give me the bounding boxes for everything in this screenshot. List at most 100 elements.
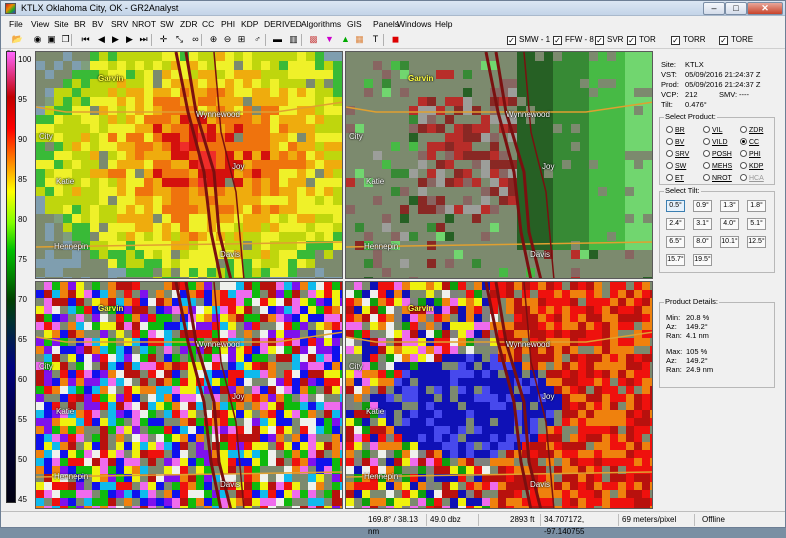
tilt-button[interactable]: 8.0° <box>693 236 712 248</box>
product-radio-kdp[interactable]: KDP <box>740 162 763 170</box>
menu-bv[interactable]: BV <box>92 19 103 29</box>
radio-dot[interactable] <box>666 126 673 133</box>
tilt-button[interactable]: 1.3° <box>720 200 739 212</box>
panel-bottom-right[interactable]: Garvin Wynnewood City Katie Joy Hennepin Davis <box>345 281 653 509</box>
product-radio-vil[interactable]: VIL <box>703 126 723 134</box>
skip-forward-icon[interactable]: ⏭ <box>137 33 150 46</box>
tilt-button[interactable]: 3.1° <box>693 218 712 230</box>
tilt-button[interactable]: 0.5° <box>666 200 685 212</box>
panel-bottom-left[interactable]: Garvin Wynnewood City Katie Joy Hennepin Davis <box>35 281 343 509</box>
triangle-down-icon[interactable]: ▼ <box>323 33 336 46</box>
panel-top-right[interactable]: Garvin Wynnewood City Katie Joy Hennepin Davis <box>345 51 653 279</box>
product-radio-br[interactable]: BR <box>666 126 685 134</box>
radio-dot[interactable] <box>703 150 710 157</box>
zoom-out-icon[interactable]: ⊖ <box>221 33 234 46</box>
triangle-up-icon[interactable]: ▲ <box>339 33 352 46</box>
menu-sw[interactable]: SW <box>160 19 174 29</box>
menu-algorithms[interactable]: Algorithms <box>301 19 341 29</box>
warning-toggle-torr[interactable]: ✓ TORR <box>671 35 706 45</box>
product-radio-et[interactable]: ET <box>666 174 684 182</box>
tilt-button[interactable]: 1.8° <box>747 200 766 212</box>
warning-toggle-smw-1[interactable]: ✓ SMW - 1 <box>507 35 550 45</box>
skip-back-icon[interactable]: ⏮ <box>79 33 92 46</box>
menu-br[interactable]: BR <box>74 19 86 29</box>
save-icon[interactable]: ▣ <box>45 33 58 46</box>
menu-windows[interactable]: Windows <box>397 19 431 29</box>
layout-1-icon[interactable]: ▬ <box>271 33 284 46</box>
radio-dot[interactable] <box>740 126 747 133</box>
menu-gis[interactable]: GIS <box>347 19 362 29</box>
warning-toggle-ffw-8[interactable]: ✓ FFW - 8 <box>553 35 594 45</box>
radio-dot[interactable] <box>666 150 673 157</box>
globe-icon[interactable]: ◉ <box>31 33 44 46</box>
menu-view[interactable]: View <box>31 19 49 29</box>
product-radio-zdr[interactable]: ZDR <box>740 126 763 134</box>
radio-dot[interactable] <box>740 150 747 157</box>
radio-dot[interactable] <box>703 138 710 145</box>
product-radio-sw[interactable]: SW <box>666 162 686 170</box>
warning-checkbox[interactable]: ✓ <box>671 36 680 45</box>
zoom-region-icon[interactable]: ⊞ <box>235 33 248 46</box>
tilt-button[interactable]: 4.0° <box>720 218 739 230</box>
measure-icon[interactable]: ⤡ <box>173 33 186 46</box>
menu-nrot[interactable]: NROT <box>132 19 156 29</box>
warning-toggle-svr[interactable]: ✓ SVR <box>595 35 623 45</box>
play-icon[interactable]: ▶ <box>109 33 122 46</box>
tilt-button[interactable]: 6.5° <box>666 236 685 248</box>
close-button[interactable]: ✕ <box>747 2 783 15</box>
warning-toggle-tore[interactable]: ✓ TORE <box>719 35 753 45</box>
tilt-button[interactable]: 5.1° <box>747 218 766 230</box>
radio-dot[interactable] <box>703 126 710 133</box>
tilt-button[interactable]: 15.7° <box>666 254 685 266</box>
tilt-button[interactable]: 12.5° <box>747 236 766 248</box>
palette-icon[interactable]: ▦ <box>353 33 366 46</box>
radio-dot[interactable] <box>666 174 673 181</box>
panel-top-left[interactable]: Garvin Wynnewood City Katie Joy Hennepin Davis <box>35 51 343 279</box>
minimize-button[interactable]: – <box>703 2 725 15</box>
warning-toggle-tor[interactable]: ✓ TOR <box>627 35 656 45</box>
probe-icon[interactable]: ♂ <box>251 33 264 46</box>
color-table-icon[interactable]: ▩ <box>307 33 320 46</box>
radio-dot[interactable] <box>703 162 710 169</box>
product-radio-phi[interactable]: PHI <box>740 150 761 158</box>
product-radio-srv[interactable]: SRV <box>666 150 689 158</box>
stop-icon[interactable]: ◼ <box>389 33 402 46</box>
menu-zdr[interactable]: ZDR <box>180 19 197 29</box>
menu-kdp[interactable]: KDP <box>241 19 258 29</box>
menu-phi[interactable]: PHI <box>221 19 235 29</box>
product-radio-bv[interactable]: BV <box>666 138 684 146</box>
tilt-button[interactable]: 0.9° <box>693 200 712 212</box>
radio-dot[interactable] <box>666 138 673 145</box>
text-icon[interactable]: T <box>369 33 382 46</box>
product-radio-vild[interactable]: VILD <box>703 138 728 146</box>
warning-checkbox[interactable]: ✓ <box>553 36 562 45</box>
menu-site[interactable]: Site <box>54 19 69 29</box>
zoom-in-icon[interactable]: ⊕ <box>207 33 220 46</box>
menu-derived[interactable]: DERIVED <box>264 19 302 29</box>
radio-dot[interactable] <box>703 174 710 181</box>
warning-checkbox[interactable]: ✓ <box>507 36 516 45</box>
radio-dot[interactable] <box>666 162 673 169</box>
tilt-button[interactable]: 19.5° <box>693 254 712 266</box>
product-radio-nrot[interactable]: NROT <box>703 174 732 182</box>
step-back-icon[interactable]: ◀ <box>95 33 108 46</box>
menu-file[interactable]: File <box>9 19 23 29</box>
tilt-button[interactable]: 2.4° <box>666 218 685 230</box>
menu-srv[interactable]: SRV <box>111 19 128 29</box>
tilt-button[interactable]: 10.1° <box>720 236 739 248</box>
warning-checkbox[interactable]: ✓ <box>595 36 604 45</box>
radio-dot[interactable] <box>740 162 747 169</box>
product-radio-cc[interactable]: CC <box>740 138 759 146</box>
step-forward-icon[interactable]: ▶ <box>123 33 136 46</box>
product-radio-posh[interactable]: POSH <box>703 150 732 158</box>
menu-panels[interactable]: Panels <box>373 19 399 29</box>
open-icon[interactable]: 📂 <box>11 33 24 46</box>
menu-help[interactable]: Help <box>435 19 452 29</box>
product-radio-mehs[interactable]: MEHS <box>703 162 732 170</box>
maximize-button[interactable]: □ <box>725 2 747 15</box>
menu-cc[interactable]: CC <box>202 19 214 29</box>
radio-dot[interactable] <box>740 138 747 145</box>
crosshair-icon[interactable]: ✛ <box>157 33 170 46</box>
warning-checkbox[interactable]: ✓ <box>627 36 636 45</box>
layout-2-icon[interactable]: ▥ <box>287 33 300 46</box>
